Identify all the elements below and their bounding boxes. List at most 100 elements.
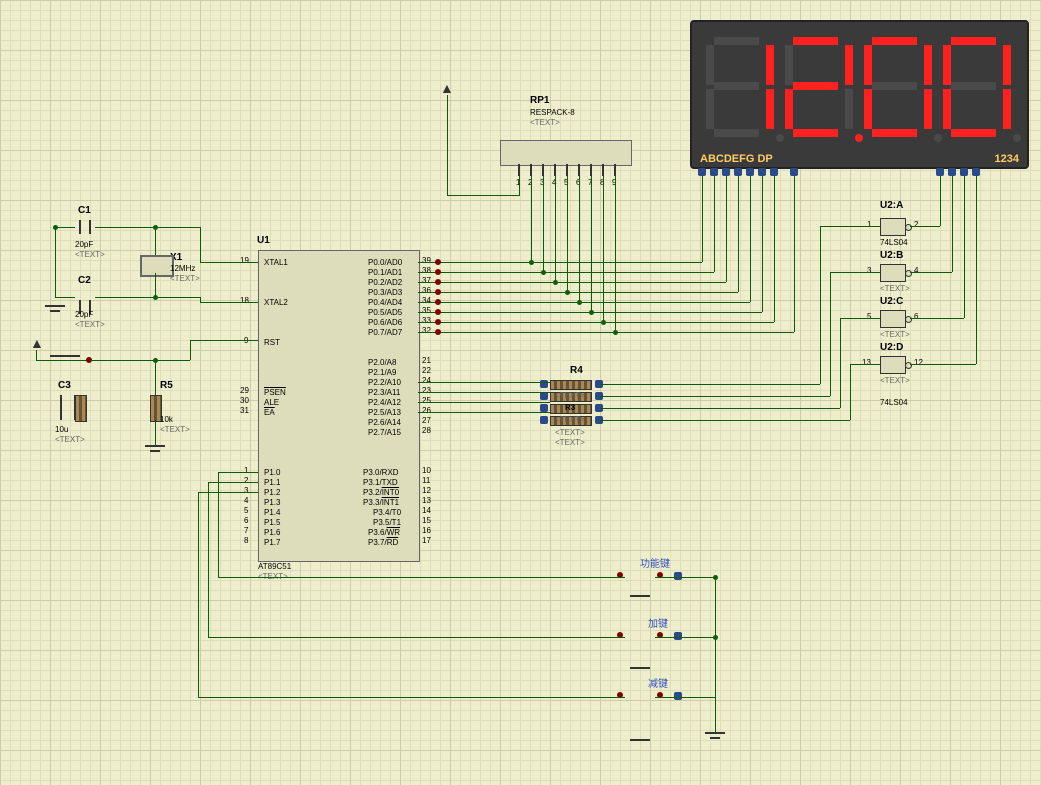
c1-ref: C1 xyxy=(78,205,91,216)
pin-xtal2: XTAL2 xyxy=(264,298,288,307)
c1-val: 20pF xyxy=(75,240,93,249)
pin-6: 6 xyxy=(244,516,248,525)
btn-minus xyxy=(625,734,655,746)
pin-p34: P3.4/T0 xyxy=(373,508,401,517)
pin-15: 15 xyxy=(422,516,431,525)
rp1-body xyxy=(500,140,632,166)
pin-32: 32 xyxy=(422,326,431,335)
u2b-text: <TEXT> xyxy=(880,284,910,293)
c3-body xyxy=(60,395,76,420)
pin-p13: P1.3 xyxy=(264,498,280,507)
display-model: 1234 xyxy=(995,153,1019,165)
pin-p23: P2.3/A11 xyxy=(368,388,400,397)
pin-7: 7 xyxy=(244,526,248,535)
pin-17: 17 xyxy=(422,536,431,545)
u2d-ref: U2:D xyxy=(880,342,903,353)
pin-24: 24 xyxy=(422,376,431,385)
pin-p10: P1.0 xyxy=(264,468,280,477)
c2-text: <TEXT> xyxy=(75,320,105,329)
pin-p36: P3.6/WR xyxy=(368,528,400,537)
pin-38: 38 xyxy=(422,266,431,275)
u2b-in: 3 xyxy=(867,266,871,275)
u2c-ref: U2:C xyxy=(880,296,903,307)
r5-val: 10k xyxy=(160,415,173,424)
r4-ref: R4 xyxy=(570,365,583,376)
u2a-in: 1 xyxy=(867,220,871,229)
pin-p03: P0.3/AD3 xyxy=(368,288,402,297)
pin-p35: P3.5/T1 xyxy=(373,518,401,527)
u2-part-d: 74LS04 xyxy=(880,398,908,407)
btn-func-label: 功能键 xyxy=(640,555,670,570)
pin-p12: P1.2 xyxy=(264,488,280,497)
u2c-text: <TEXT> xyxy=(880,330,910,339)
pin-p20: P2.0/A8 xyxy=(368,358,396,367)
pin-p33: P3.3/INT1 xyxy=(363,498,399,507)
pin-rst: RST xyxy=(264,338,280,347)
pin-p21: P2.1/A9 xyxy=(368,368,396,377)
pin-37: 37 xyxy=(422,276,431,285)
pin-2: 2 xyxy=(244,476,248,485)
rp1-ref: RP1 xyxy=(530,95,549,106)
pin-35: 35 xyxy=(422,306,431,315)
reset-switch xyxy=(50,355,80,365)
pin-39: 39 xyxy=(422,256,431,265)
pin-p00: P0.0/AD0 xyxy=(368,258,402,267)
c3-val: 10u xyxy=(55,425,68,434)
pin-p02: P0.2/AD2 xyxy=(368,278,402,287)
pin-p26: P2.6/A14 xyxy=(368,418,401,427)
pin-4: 4 xyxy=(244,496,248,505)
pin-5: 5 xyxy=(244,506,248,515)
pin-23: 23 xyxy=(422,386,431,395)
pin-p22: P2.2/A10 xyxy=(368,378,401,387)
u1-ref: U1 xyxy=(257,235,270,246)
u2c-gate xyxy=(880,310,906,328)
rp1-text: <TEXT> xyxy=(530,118,560,127)
digit-1 xyxy=(704,32,779,142)
pin-p25: P2.5/A13 xyxy=(368,408,401,417)
btn-plus xyxy=(625,662,655,674)
u2d-in: 13 xyxy=(862,358,871,367)
pin-p07: P0.7/AD7 xyxy=(368,328,402,337)
pin-34: 34 xyxy=(422,296,431,305)
pin-p01: P0.1/AD1 xyxy=(368,268,402,277)
pin-19: 19 xyxy=(240,256,249,265)
pin-p15: P1.5 xyxy=(264,518,280,527)
pin-p30: P3.0/RXD xyxy=(363,468,399,477)
pin-p06: P0.6/AD6 xyxy=(368,318,402,327)
pin-30: 30 xyxy=(240,396,249,405)
pin-33: 33 xyxy=(422,316,431,325)
gnd-xtal xyxy=(45,305,65,317)
pin-p16: P1.6 xyxy=(264,528,280,537)
u2d-text: <TEXT> xyxy=(880,376,910,385)
u1-part: AT89C51 xyxy=(258,562,291,571)
pin-10: 10 xyxy=(422,466,431,475)
pin-27: 27 xyxy=(422,416,431,425)
u2a-out: 2 xyxy=(914,220,918,229)
x1-body xyxy=(140,255,174,277)
c2-val: 20pF xyxy=(75,310,93,319)
pin-29: 29 xyxy=(240,386,249,395)
pin-p32: P3.2/INT0 xyxy=(363,488,399,497)
pin-1: 1 xyxy=(244,466,248,475)
pin-11: 11 xyxy=(422,476,430,485)
r5-ref: R5 xyxy=(160,380,173,391)
pin-21: 21 xyxy=(422,356,431,365)
vcc-rp1: ▲ xyxy=(440,80,454,96)
pin-ale: ALE xyxy=(264,398,279,407)
pin-25: 25 xyxy=(422,396,431,405)
btn-plus-label: 加键 xyxy=(648,615,668,630)
res-body-1 xyxy=(75,395,87,422)
pin-p11: P1.1 xyxy=(264,478,280,487)
pin-31: 31 xyxy=(240,406,249,415)
r4-body xyxy=(550,380,592,390)
pin-p14: P1.4 xyxy=(264,508,280,517)
r3-ref: R3 xyxy=(565,403,575,412)
pin-12: 12 xyxy=(422,486,431,495)
pin-p05: P0.5/AD5 xyxy=(368,308,402,317)
c3-ref: C3 xyxy=(58,380,71,391)
pin-p24: P2.4/A12 xyxy=(368,398,401,407)
pin-p31: P3.1/TXD xyxy=(363,478,398,487)
pin-3: 3 xyxy=(244,486,248,495)
digit-2 xyxy=(783,32,858,142)
c1-body xyxy=(75,222,95,232)
